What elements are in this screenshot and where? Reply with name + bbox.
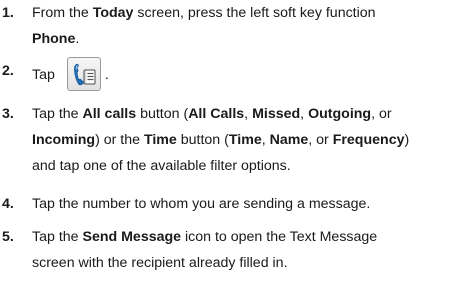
ui-term-send-message: Send Message — [82, 229, 182, 245]
text-run: , — [261, 132, 270, 148]
ui-term-outgoing: Outgoing — [308, 106, 372, 122]
text-run: ) or the — [95, 132, 144, 148]
text-run: . — [75, 31, 80, 47]
step-text: Tap the number to whom you are sending a… — [32, 191, 456, 217]
ui-term-frequency: Frequency — [332, 132, 405, 148]
step-number: 4. — [2, 196, 14, 212]
text-run: Tap — [32, 66, 55, 83]
text-run: button ( — [176, 132, 229, 148]
ui-term-time-button: Time — [143, 132, 177, 148]
step-text: From the Today screen, press the left so… — [32, 0, 456, 52]
text-run: button ( — [136, 106, 189, 122]
ui-term-incoming: Incoming — [32, 132, 96, 148]
step-text: Tap . — [32, 57, 456, 92]
step-number: 2. — [2, 63, 14, 79]
text-run: , — [300, 106, 309, 122]
text-run: screen with the recipient already filled… — [32, 255, 288, 271]
text-run: and tap one of the available filter opti… — [32, 158, 291, 174]
text-run: , or — [371, 106, 392, 122]
phone-contacts-icon — [66, 57, 101, 91]
ui-term-phone: Phone — [32, 31, 76, 47]
text-run: Tap the — [32, 106, 83, 122]
text-run: , or — [308, 132, 333, 148]
ui-term-all-calls: All Calls — [188, 106, 245, 122]
ui-term-time: Time — [228, 132, 262, 148]
text-run: Tap the number to whom you are sending a… — [32, 196, 371, 212]
ui-term-name: Name — [269, 132, 309, 148]
text-run: , — [244, 106, 253, 122]
instruction-list: 1. From the Today screen, press the left… — [0, 0, 456, 287]
step-text: Tap the Send Message icon to open the Te… — [32, 224, 456, 276]
text-run: From the — [32, 5, 93, 21]
ui-term-today: Today — [92, 5, 134, 21]
step-number: 5. — [2, 229, 14, 245]
text-run: . — [104, 66, 109, 83]
step-number: 3. — [2, 106, 14, 122]
ui-term-all-calls-button: All calls — [82, 106, 137, 122]
text-run: Tap the — [32, 229, 83, 245]
text-run: screen, press the left soft key function — [133, 5, 376, 21]
ui-term-missed: Missed — [252, 106, 301, 122]
step-text: Tap the All calls button (All Calls, Mis… — [32, 101, 456, 179]
step-number: 1. — [2, 5, 14, 21]
text-run: ) — [404, 132, 410, 148]
text-run: icon to open the Text Message — [181, 229, 378, 245]
